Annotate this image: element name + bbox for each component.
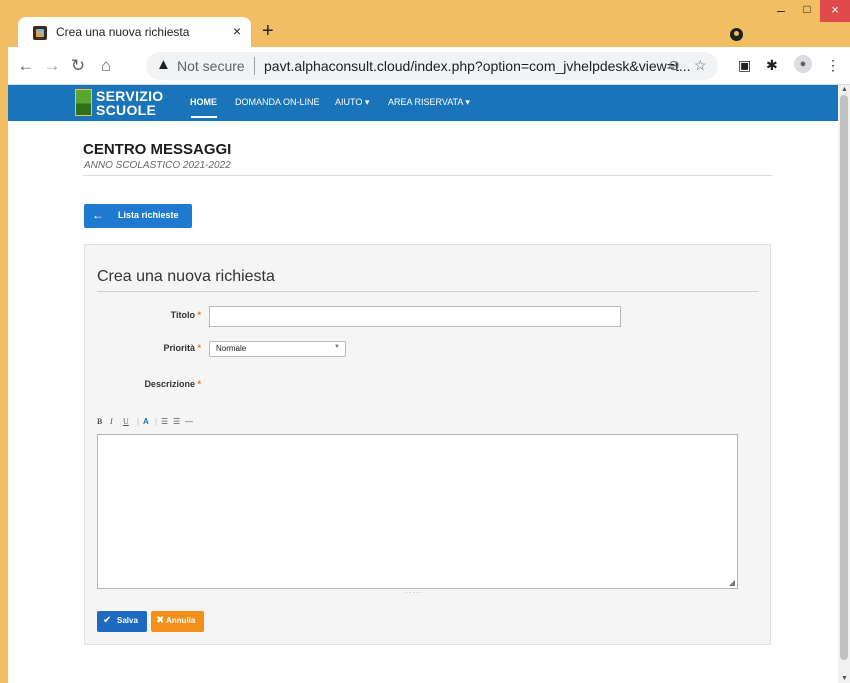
browser-toolbar: ← → ↻ ⌂ ▲ Not secure pavt.alphaconsult.c… <box>8 47 850 85</box>
address-bar[interactable]: ▲ Not secure pavt.alphaconsult.cloud/ind… <box>146 52 718 80</box>
form-heading: Crea una nuova richiesta <box>97 268 275 285</box>
titolo-input[interactable] <box>209 306 621 327</box>
resize-grip-icon[interactable]: ◢ <box>729 578 735 587</box>
minimize-button[interactable]: – <box>768 2 794 22</box>
menu-icon[interactable]: ⋮ <box>826 57 840 74</box>
descrizione-editor[interactable]: ◢ <box>97 434 738 589</box>
tab-title: Crea una nuova richiesta <box>56 25 190 39</box>
bold-icon[interactable]: B <box>97 417 102 426</box>
nav-aiuto[interactable]: AIUTO ▾ <box>335 97 369 108</box>
required-mark: * <box>197 310 201 320</box>
underline-icon[interactable]: U <box>123 417 129 426</box>
scroll-up-icon[interactable]: ▲ <box>841 86 848 93</box>
site-favicon-icon <box>33 26 47 40</box>
close-window-button[interactable]: × <box>820 0 850 22</box>
titolo-label: Titolo * <box>145 310 201 320</box>
maximize-button[interactable]: □ <box>794 2 820 22</box>
browser-frame: Crea una nuova richiesta × + – □ × ← → ↻… <box>0 0 850 683</box>
save-button[interactable]: ✔ Salva <box>97 611 147 632</box>
cancel-button[interactable]: ✖ Annulla <box>151 611 204 632</box>
site-logo[interactable]: SERVIZIO SCUOLE <box>72 87 174 119</box>
nav-domanda-online[interactable]: DOMANDA ON-LINE <box>235 97 320 107</box>
required-mark: * <box>197 343 201 353</box>
close-icon: ✖ <box>156 615 165 626</box>
title-divider <box>83 175 772 176</box>
nav-area-riservata[interactable]: AREA RISERVATA ▾ <box>388 97 470 108</box>
save-label: Salva <box>117 616 138 625</box>
nav-active-indicator <box>191 116 217 118</box>
italic-icon[interactable]: I <box>110 417 113 426</box>
toolbar-separator: | <box>155 417 158 426</box>
page-subtitle: ANNO SCOLASTICO 2021-2022 <box>84 160 231 171</box>
numbered-list-icon[interactable]: ☰ <box>173 417 180 426</box>
scroll-thumb[interactable] <box>840 95 848 660</box>
lista-richieste-label: Lista richieste <box>118 210 179 220</box>
cast-icon[interactable]: ▣ <box>738 57 751 74</box>
url-text[interactable]: pavt.alphaconsult.cloud/index.php?option… <box>264 58 691 74</box>
priorita-label-text: Priorità <box>163 343 195 353</box>
lista-richieste-button[interactable]: ← Lista richieste <box>84 204 192 228</box>
zoom-icon[interactable]: ⊖ <box>668 57 680 74</box>
descrizione-label: Descrizione * <box>105 379 201 389</box>
forward-icon[interactable]: → <box>42 56 62 76</box>
warning-icon[interactable]: ▲ <box>156 56 171 73</box>
check-icon: ✔ <box>103 615 112 626</box>
descrizione-label-text: Descrizione <box>144 379 195 389</box>
priorita-label: Priorità * <box>125 343 201 353</box>
nav-home[interactable]: HOME <box>190 97 217 107</box>
arrow-left-icon: ← <box>92 208 104 222</box>
drag-handle-icon[interactable]: ····· <box>405 588 423 597</box>
logo-text-line2: SCUOLE <box>96 102 157 118</box>
browser-tab[interactable]: Crea una nuova richiesta × <box>18 17 251 47</box>
text-color-icon[interactable]: A <box>143 417 149 426</box>
security-status[interactable]: Not secure <box>177 58 245 74</box>
reload-icon[interactable]: ↻ <box>68 56 88 76</box>
scroll-down-icon[interactable]: ▼ <box>841 675 848 682</box>
tab-close-icon[interactable]: × <box>233 23 241 39</box>
browser-window: Crea una nuova richiesta × + – □ × ← → ↻… <box>8 0 850 683</box>
home-icon[interactable]: ⌂ <box>96 56 116 76</box>
required-mark: * <box>197 379 201 389</box>
tab-strip: Crea una nuova richiesta × + – □ × <box>8 0 850 47</box>
tab-search-icon[interactable] <box>730 28 743 41</box>
form-divider <box>97 291 758 292</box>
chevron-down-icon: ▼ <box>334 344 340 350</box>
address-divider <box>254 57 255 75</box>
priorita-selected-value: Normale <box>216 344 247 353</box>
profile-icon[interactable]: ● <box>794 55 812 73</box>
site-navbar: SERVIZIO SCUOLE HOME DOMANDA ON-LINE AIU… <box>8 85 838 121</box>
page-scrollbar[interactable]: ▲ ▼ <box>838 85 850 683</box>
page-title: CENTRO MESSAGGI <box>83 141 232 158</box>
back-icon[interactable]: ← <box>16 56 36 76</box>
cancel-label: Annulla <box>166 616 196 625</box>
new-request-form: Crea una nuova richiesta Titolo * Priori… <box>84 244 771 645</box>
star-icon[interactable]: ☆ <box>694 57 707 74</box>
toolbar-separator: | <box>137 417 140 426</box>
titolo-label-text: Titolo <box>170 310 195 320</box>
bullet-list-icon[interactable]: ☰ <box>161 417 168 426</box>
horizontal-rule-icon[interactable]: — <box>185 417 193 426</box>
new-tab-button[interactable]: + <box>262 20 274 43</box>
extensions-icon[interactable]: ✱ <box>766 57 778 74</box>
priorita-select[interactable]: Normale ▼ <box>209 341 346 357</box>
crest-icon <box>75 89 92 116</box>
